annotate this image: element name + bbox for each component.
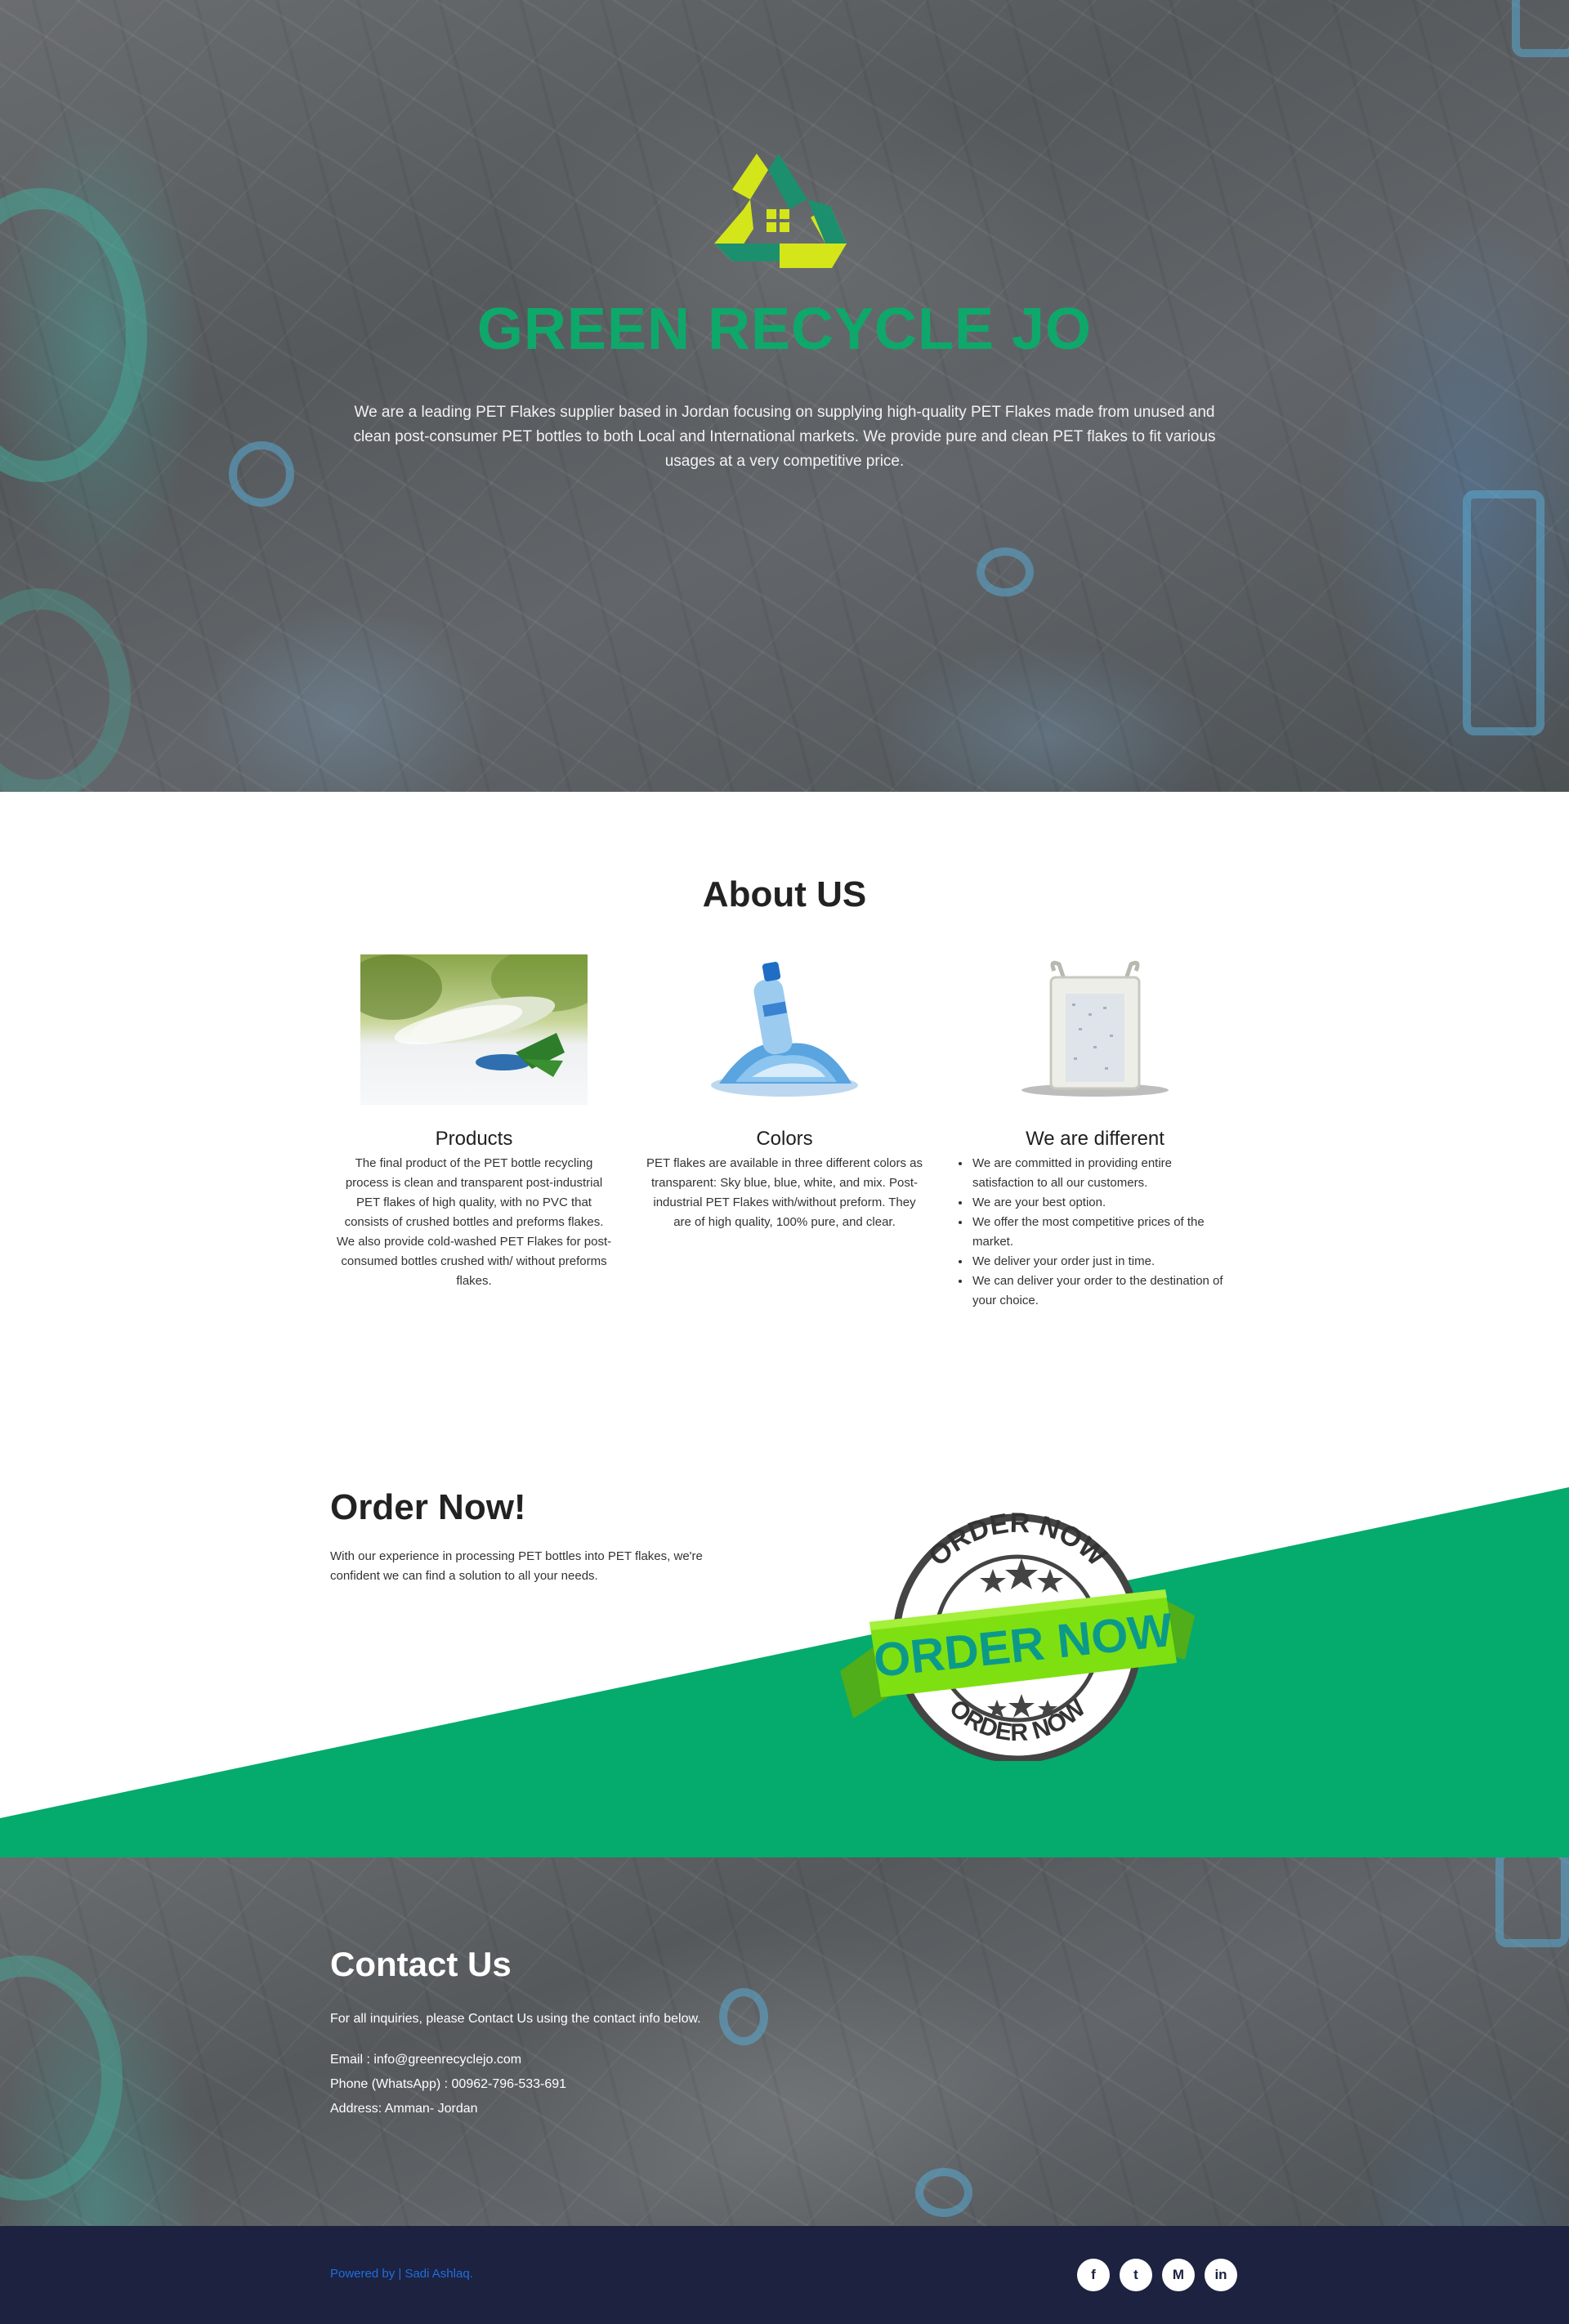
products-text: The final product of the PET bottle recy… <box>336 1156 612 1288</box>
powered-by-link[interactable]: Powered by | Sadi Ashlaq. <box>330 2267 473 2281</box>
facebook-glyph: f <box>1091 2267 1096 2282</box>
about-card-different: We are different We are committed in pro… <box>956 954 1234 1311</box>
linkedin-icon[interactable]: in <box>1205 2259 1237 2291</box>
contact-email[interactable]: Email : info@greenrecyclejo.com <box>330 2053 521 2067</box>
twitter-glyph: t <box>1133 2267 1138 2282</box>
hero-content: GREEN RECYCLE JO We are a leading PET Fl… <box>0 0 1569 792</box>
facebook-icon[interactable]: f <box>1077 2259 1110 2291</box>
different-list: We are committed in providing entire sat… <box>956 1154 1234 1311</box>
brand-title: GREEN RECYCLE JO <box>476 297 1093 362</box>
order-now-stamp[interactable]: ORDER NOW ORDER NOW ORDER NOW <box>834 1499 1201 1761</box>
hero-section: GREEN RECYCLE JO We are a leading PET Fl… <box>0 0 1569 792</box>
contact-section <box>0 1857 1569 2226</box>
contact-address: Address: Amman- Jordan <box>330 2102 478 2116</box>
list-item: We offer the most competitive prices of … <box>971 1213 1234 1252</box>
hero-description: We are a leading PET Flakes supplier bas… <box>353 404 1216 470</box>
contact-intro: For all inquiries, please Contact Us usi… <box>330 2012 701 2026</box>
products-title: Products <box>435 1128 513 1150</box>
medium-glyph: M <box>1172 2267 1185 2282</box>
bulk-bag-image <box>956 954 1234 1105</box>
recycle-logo-icon <box>714 154 847 268</box>
linkedin-glyph: in <box>1214 2267 1227 2282</box>
contact-title: Contact Us <box>330 1945 512 1983</box>
different-title: We are different <box>1026 1128 1164 1150</box>
bottle-cap-decoration <box>719 1988 768 2045</box>
list-item: We are your best option. <box>971 1193 1234 1213</box>
twitter-icon[interactable]: t <box>1120 2259 1152 2291</box>
colors-title: Colors <box>756 1128 813 1150</box>
bottle-handle-decoration <box>0 1955 123 2201</box>
products-image <box>335 954 613 1105</box>
about-title: About US <box>702 874 867 914</box>
order-description: With our experience in processing PET bo… <box>330 1549 703 1583</box>
list-item: We are committed in providing entire sat… <box>971 1154 1234 1193</box>
medium-icon[interactable]: M <box>1162 2259 1195 2291</box>
contact-phone[interactable]: Phone (WhatsApp) : 00962-796-533-691 <box>330 2077 566 2092</box>
about-card-products: Products The final product of the PET bo… <box>335 954 613 1291</box>
order-title: Order Now! <box>330 1487 526 1527</box>
colors-image <box>646 954 923 1105</box>
colors-text: PET flakes are available in three differ… <box>646 1156 923 1229</box>
order-green-band <box>0 1487 1569 1857</box>
list-item: We deliver your order just in time. <box>971 1252 1234 1271</box>
bottle-cap-decoration <box>1495 1857 1569 1947</box>
list-item: We can deliver your order to the destina… <box>971 1271 1234 1311</box>
footer: Powered by | Sadi Ashlaq. f t M in <box>0 2226 1569 2324</box>
about-card-colors: Colors PET flakes are available in three… <box>646 954 923 1232</box>
bottle-cap-decoration <box>915 2168 972 2217</box>
